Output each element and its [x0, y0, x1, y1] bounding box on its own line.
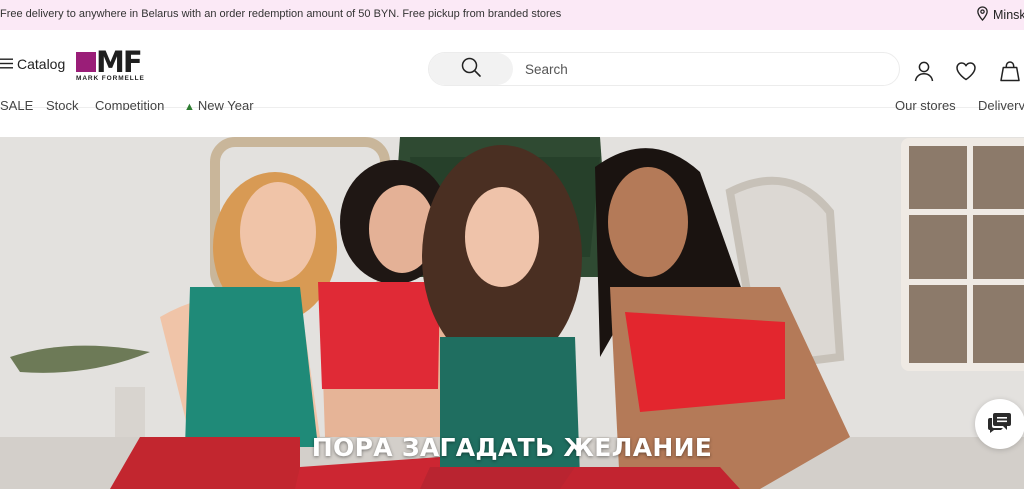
nav-item-delivery[interactable]: Delivery [978, 98, 1024, 110]
nav-item-competition[interactable]: Competition [95, 98, 164, 110]
city-name: Minsk [993, 8, 1024, 22]
nav-item-our-stores[interactable]: Our stores [895, 98, 956, 110]
cart-button[interactable] [999, 60, 1021, 82]
hamburger-icon [0, 56, 13, 72]
hero-banner[interactable]: ПОРА ЗАГАДАТЬ ЖЕЛАНИЕ [0, 137, 1024, 489]
heart-icon [955, 62, 977, 86]
logo-mark [76, 52, 96, 72]
nav-item-stock[interactable]: Stock [46, 98, 79, 110]
promo-text: Free delivery to anywhere in Belarus wit… [0, 8, 562, 20]
nav-item-new-year[interactable]: ▲ New Year [184, 98, 254, 110]
logo-text: MF [96, 45, 143, 79]
search-button[interactable] [429, 53, 513, 85]
hero-caption: ПОРА ЗАГАДАТЬ ЖЕЛАНИЕ [311, 433, 713, 462]
search-bar [428, 52, 900, 86]
nav-item-new-year-label: New Year [197, 98, 254, 110]
account-button[interactable] [913, 60, 935, 82]
shopping-bag-icon [999, 61, 1021, 86]
search-icon [460, 56, 482, 83]
location-pin-icon [976, 6, 989, 24]
promo-bar: Free delivery to anywhere in Belarus wit… [0, 0, 1024, 30]
favorites-button[interactable] [955, 60, 977, 82]
catalog-button[interactable]: Catalog [0, 56, 65, 72]
main-nav: SALE Stock Competition ▲ New Year Our sto… [0, 96, 1024, 110]
brand-logo[interactable]: MF MARK FORMELLE [76, 45, 158, 86]
catalog-label: Catalog [17, 56, 66, 72]
christmas-tree-icon: ▲ [184, 101, 195, 110]
nav-item-sale[interactable]: SALE [0, 98, 33, 110]
logo-subtext: MARK FORMELLE [76, 75, 145, 82]
chat-button[interactable] [975, 399, 1024, 449]
user-icon [913, 61, 935, 86]
city-selector[interactable]: Minsk [976, 6, 1024, 24]
search-input[interactable] [525, 53, 885, 85]
chat-bubbles-icon [987, 410, 1013, 439]
